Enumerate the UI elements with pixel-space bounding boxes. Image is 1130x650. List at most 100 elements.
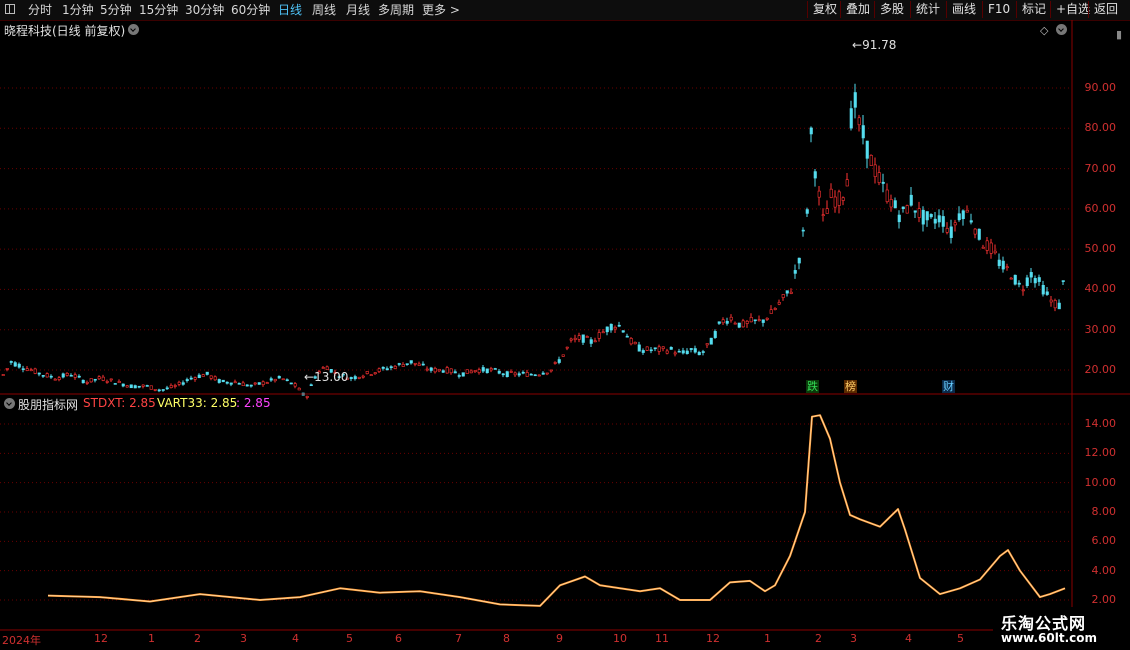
toolbar-button-2[interactable]: 多股 bbox=[874, 1, 909, 18]
candle-body bbox=[949, 226, 953, 238]
candle-body bbox=[985, 240, 989, 251]
time-tick-3: 2 bbox=[194, 632, 201, 645]
candle bbox=[801, 227, 805, 237]
candle-body bbox=[565, 346, 569, 349]
candle-body bbox=[289, 382, 293, 385]
candle bbox=[65, 372, 69, 377]
period-tab-5[interactable]: 60分钟 bbox=[231, 2, 270, 18]
candle bbox=[177, 380, 181, 387]
price-tick-3: 60.00 bbox=[1084, 201, 1117, 215]
candle-body bbox=[5, 368, 9, 370]
candle bbox=[161, 389, 165, 392]
candle-body bbox=[545, 372, 549, 375]
candle bbox=[449, 368, 453, 375]
candle bbox=[201, 373, 205, 377]
candle-body bbox=[397, 363, 401, 365]
candle bbox=[821, 208, 825, 222]
candle-body bbox=[249, 384, 253, 387]
candle-body bbox=[961, 210, 965, 220]
candle-body bbox=[921, 209, 925, 225]
candle bbox=[429, 366, 433, 373]
candle-body bbox=[457, 375, 461, 377]
candle bbox=[589, 337, 593, 347]
period-tab-6[interactable]: 日线 bbox=[278, 2, 302, 18]
toolbar-button-8[interactable]: 返回 bbox=[1088, 1, 1123, 18]
candle-body bbox=[153, 389, 157, 391]
period-tab-0[interactable]: 分时 bbox=[28, 2, 52, 18]
candle-body bbox=[897, 214, 901, 223]
candle-body bbox=[909, 194, 913, 206]
candle bbox=[25, 365, 29, 372]
candle-body bbox=[713, 331, 717, 338]
candle-body bbox=[401, 364, 405, 367]
candle bbox=[917, 201, 921, 223]
event-tag-finance[interactable]: 财 bbox=[942, 380, 955, 393]
candle bbox=[225, 381, 229, 385]
candle bbox=[321, 366, 325, 369]
toolbar-button-1[interactable]: 叠加 bbox=[840, 1, 875, 18]
candle bbox=[1033, 275, 1037, 288]
candle bbox=[241, 380, 245, 387]
candle bbox=[125, 385, 129, 388]
candle bbox=[641, 348, 645, 355]
period-tab-1[interactable]: 1分钟 bbox=[62, 2, 94, 18]
candle bbox=[945, 222, 949, 235]
period-tab-2[interactable]: 5分钟 bbox=[100, 2, 132, 18]
candle-body bbox=[477, 369, 481, 373]
period-tab-8[interactable]: 月线 bbox=[346, 2, 370, 18]
candle-body bbox=[973, 228, 977, 235]
candle-body bbox=[517, 373, 521, 376]
period-tab-9[interactable]: 多周期 bbox=[378, 2, 414, 18]
candle-body bbox=[365, 371, 369, 374]
candle bbox=[849, 100, 853, 131]
candle bbox=[969, 213, 973, 225]
event-tag-rank[interactable]: 榜 bbox=[844, 380, 857, 393]
toolbar-button-0[interactable]: 复权 bbox=[807, 1, 842, 18]
period-tab-10[interactable]: 更多 > bbox=[422, 2, 460, 18]
toolbar-button-5[interactable]: F10 bbox=[982, 1, 1015, 18]
candle-body bbox=[217, 379, 221, 383]
price-tick-7: 20.00 bbox=[1084, 363, 1117, 376]
candle bbox=[489, 366, 493, 373]
candle-body bbox=[121, 383, 125, 387]
candle-body bbox=[533, 374, 537, 377]
candle-body bbox=[141, 384, 145, 387]
candle bbox=[713, 329, 717, 339]
candle bbox=[233, 379, 237, 384]
toolbar-button-6[interactable]: 标记 bbox=[1016, 1, 1051, 18]
candle-body bbox=[321, 367, 325, 369]
candle bbox=[197, 373, 201, 379]
candle-body bbox=[673, 352, 677, 355]
candle-body bbox=[81, 379, 85, 384]
candle-body bbox=[269, 378, 273, 381]
candle-body bbox=[413, 362, 417, 365]
candle-body bbox=[377, 368, 381, 372]
candle-body bbox=[165, 387, 169, 390]
candle-body bbox=[997, 259, 1001, 266]
toolbar-button-4[interactable]: 画线 bbox=[946, 1, 981, 18]
period-tab-3[interactable]: 15分钟 bbox=[139, 2, 178, 18]
candle-body bbox=[85, 382, 89, 384]
candle-body bbox=[625, 335, 629, 338]
candle-body bbox=[929, 214, 933, 218]
candle-body bbox=[9, 361, 13, 363]
sidebar-strip[interactable]: ▮ bbox=[1116, 28, 1122, 41]
candle bbox=[777, 299, 781, 306]
event-tag-drop[interactable]: 跌 bbox=[806, 380, 819, 393]
candle-body bbox=[265, 382, 269, 384]
candle-body bbox=[33, 368, 37, 374]
toolbar-button-3[interactable]: 统计 bbox=[910, 1, 945, 18]
price-tick-4: 50.00 bbox=[1084, 242, 1117, 256]
candle bbox=[981, 244, 985, 249]
candle bbox=[1017, 280, 1021, 288]
candle-body bbox=[553, 362, 557, 364]
candle-body bbox=[1013, 274, 1017, 285]
window-icon[interactable] bbox=[5, 4, 15, 14]
candle-body bbox=[509, 371, 513, 373]
candle-body bbox=[773, 308, 777, 310]
indicator-options-icon[interactable] bbox=[4, 398, 15, 409]
candle bbox=[97, 375, 101, 380]
period-tab-7[interactable]: 周线 bbox=[312, 2, 336, 18]
candle-body bbox=[777, 302, 781, 305]
period-tab-4[interactable]: 30分钟 bbox=[185, 2, 224, 18]
